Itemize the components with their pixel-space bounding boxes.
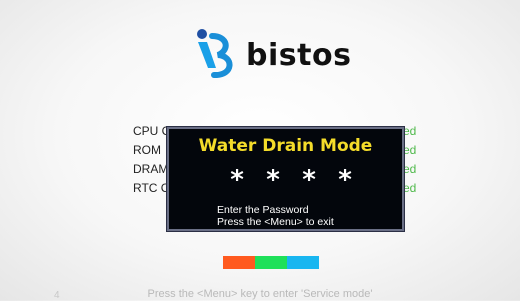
check-label: ROM [133, 143, 161, 157]
dialog-title: Water Drain Mode [198, 136, 373, 156]
password-instruction: Enter the Password [217, 204, 309, 216]
color-segment-blue [287, 256, 319, 269]
check-label: CPU C [133, 124, 171, 138]
check-status: ed [403, 162, 417, 176]
water-drain-dialog: Water Drain Mode * * * * Enter the Passw… [167, 127, 404, 231]
color-segment-green [255, 256, 287, 269]
password-field[interactable]: * * * * [227, 167, 357, 193]
check-label: RTC C [133, 181, 170, 195]
color-segment-red [223, 256, 255, 269]
footer-hint: Press the <Menu> key to enter 'Service m… [147, 288, 373, 300]
check-status: ed [403, 124, 417, 138]
logo-text: bistos [246, 38, 352, 73]
password-char: * [266, 165, 280, 195]
bistos-logo-icon [197, 29, 233, 78]
password-char: * [338, 165, 352, 195]
check-status: ed [403, 143, 417, 157]
password-char: * [302, 165, 316, 195]
exit-instruction: Press the <Menu> to exit [217, 216, 334, 228]
check-status: ed [403, 181, 417, 195]
check-label: DRAM [133, 162, 169, 176]
color-test-bar [223, 256, 319, 269]
password-char: * [230, 165, 244, 195]
